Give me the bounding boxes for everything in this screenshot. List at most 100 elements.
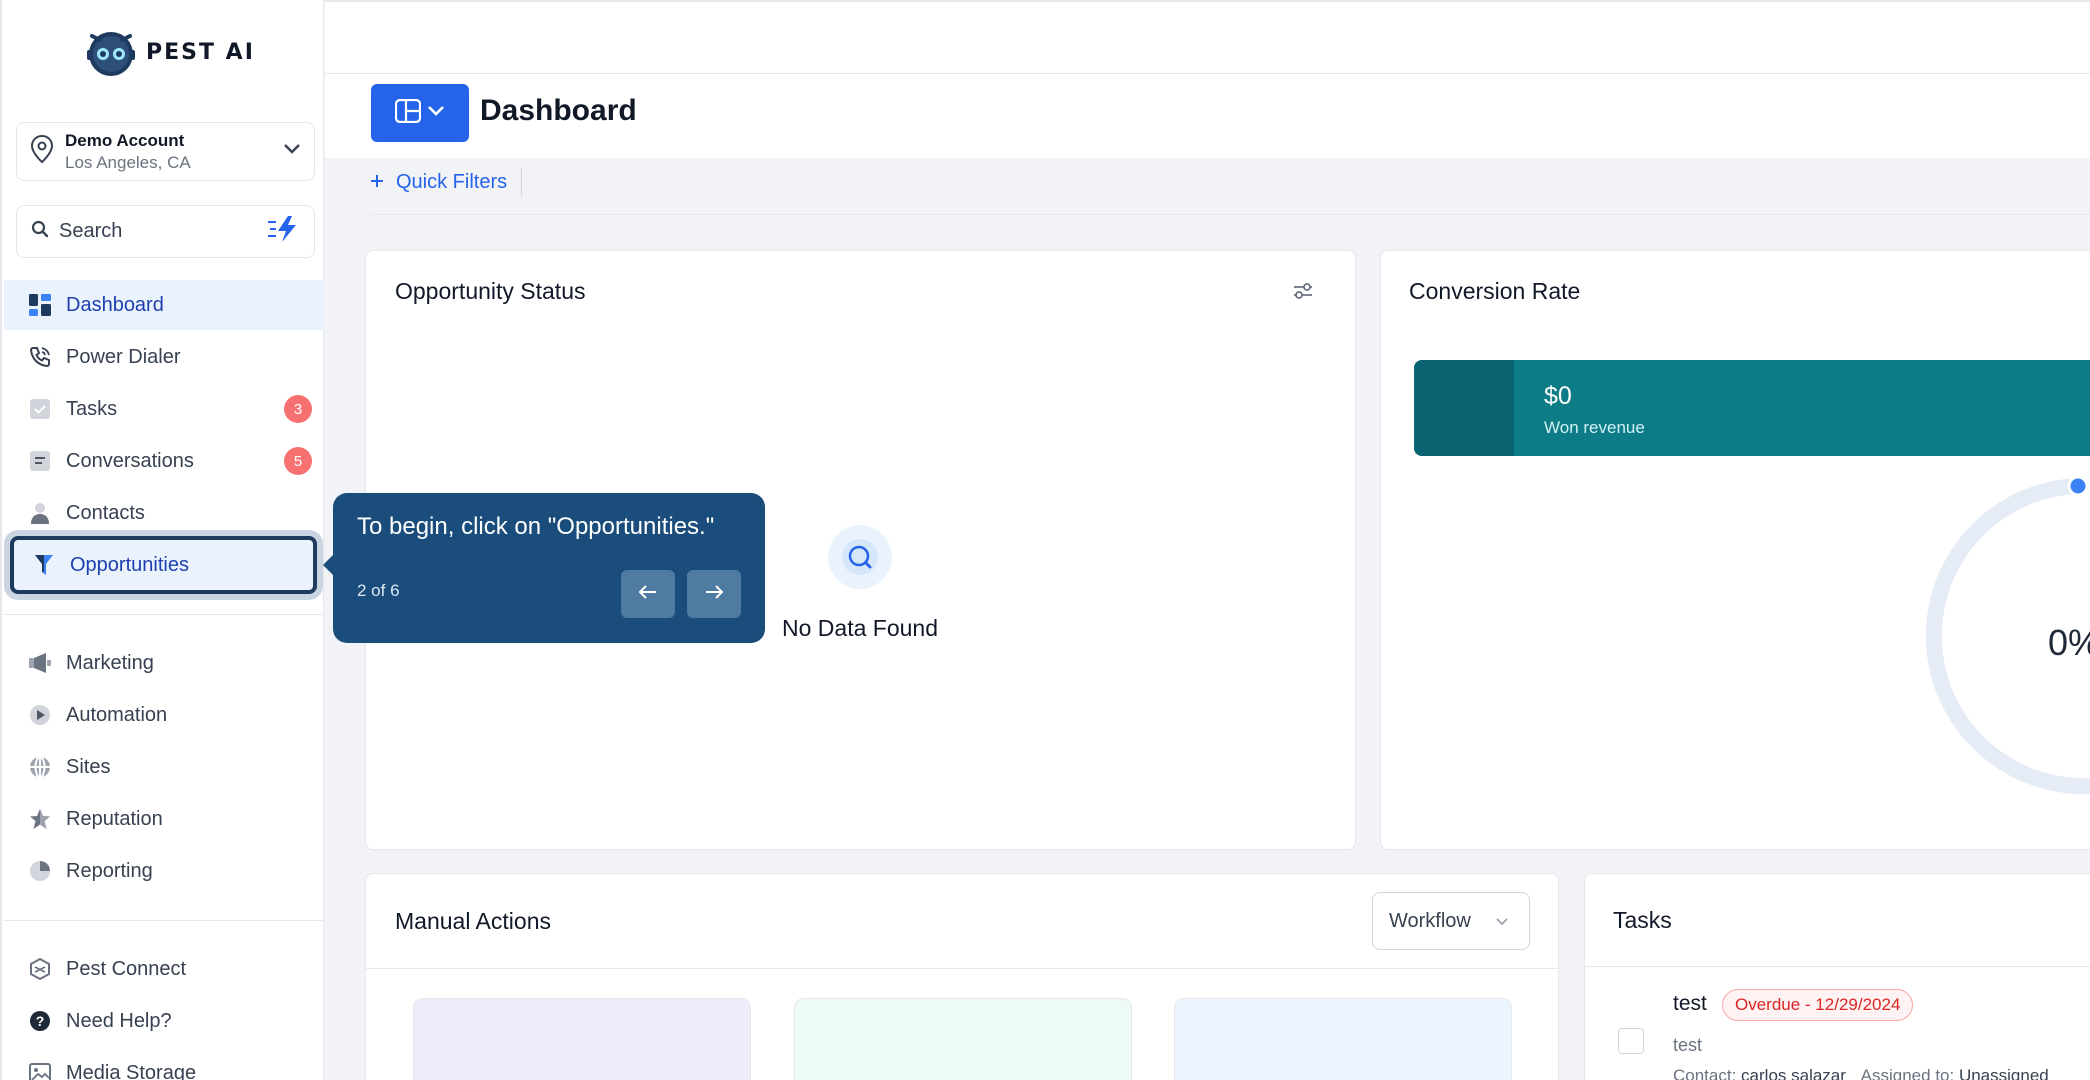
- brand-name: PEST AI: [146, 39, 255, 65]
- dashboard-icon: [28, 293, 52, 317]
- task-assigned-link[interactable]: Unassigned: [1959, 1066, 2049, 1080]
- tour-message: To begin, click on "Opportunities.": [357, 513, 715, 540]
- empty-search-icon: [827, 525, 892, 589]
- sidebar-item-label: Marketing: [66, 651, 154, 674]
- sidebar-item-label: Automation: [66, 703, 168, 726]
- plus-icon: [370, 171, 384, 194]
- account-location: Los Angeles, CA: [65, 152, 191, 172]
- arrow-left-icon: [638, 584, 658, 605]
- sidebar-item-label: Pest Connect: [66, 957, 187, 980]
- layout-switcher-button[interactable]: [371, 84, 469, 142]
- manual-action-tile[interactable]: [794, 998, 1132, 1080]
- tasks-count-badge: 3: [284, 395, 312, 423]
- top-bar: [325, 0, 2090, 74]
- layout-icon: [394, 98, 422, 128]
- sidebar-item-contacts[interactable]: Contacts: [4, 488, 324, 538]
- task-contact-label: Contact:: [1673, 1066, 1737, 1080]
- manual-actions-divider: [366, 968, 1558, 969]
- connect-icon: [28, 957, 52, 981]
- tasks-divider: [1585, 966, 2090, 967]
- sidebar-item-label: Opportunities: [70, 553, 189, 576]
- globe-icon: [28, 755, 52, 779]
- megaphone-icon: [28, 651, 52, 675]
- lightning-icon[interactable]: [266, 214, 300, 249]
- check-icon: [28, 397, 52, 421]
- tour-previous-button[interactable]: [621, 570, 675, 618]
- star-icon: [28, 807, 52, 831]
- task-contact-link[interactable]: carlos salazar: [1741, 1066, 1846, 1080]
- sidebar-item-conversations[interactable]: Conversations 5: [4, 436, 324, 486]
- sidebar: PEST AI Demo Account Los Angeles, CA Sea…: [0, 0, 324, 1080]
- tour-next-button[interactable]: [687, 570, 741, 618]
- sidebar-item-label: Contacts: [66, 501, 145, 524]
- quick-filters-label: Quick Filters: [396, 170, 508, 193]
- tour-tooltip: To begin, click on "Opportunities." 2 of…: [323, 493, 765, 643]
- sidebar-item-marketing[interactable]: Marketing: [4, 638, 324, 688]
- manual-actions-title: Manual Actions: [395, 908, 551, 934]
- sidebar-item-automation[interactable]: Automation: [4, 690, 324, 740]
- sidebar-item-dashboard[interactable]: Dashboard: [4, 280, 324, 330]
- search-label: Search: [59, 220, 123, 242]
- task-description: test: [1673, 1035, 1703, 1055]
- won-revenue-amount: $0: [1544, 382, 1572, 410]
- sidebar-item-label: Need Help?: [66, 1009, 172, 1032]
- won-revenue-label: Won revenue: [1544, 418, 1645, 437]
- sidebar-item-media-storage[interactable]: Media Storage: [4, 1048, 324, 1080]
- filter-settings-icon[interactable]: [1292, 281, 1314, 306]
- won-revenue-bar: $0 Won revenue: [1414, 360, 2090, 456]
- search-icon: [31, 220, 49, 243]
- empty-state: No Data Found: [782, 525, 938, 642]
- sidebar-divider: [4, 920, 324, 921]
- manual-action-tile[interactable]: [1174, 998, 1512, 1080]
- sidebar-item-reporting[interactable]: Reporting: [4, 846, 324, 896]
- sidebar-search[interactable]: Search: [16, 205, 315, 258]
- sidebar-item-label: Sites: [66, 755, 111, 778]
- svg-text:?: ?: [36, 1013, 45, 1029]
- conversion-rate-title: Conversion Rate: [1409, 278, 1581, 304]
- help-icon: ?: [28, 1009, 52, 1033]
- workflow-select-value: Workflow: [1389, 909, 1471, 932]
- chat-icon: [28, 449, 52, 473]
- sidebar-item-opportunities[interactable]: Opportunities: [10, 536, 317, 594]
- sidebar-item-sites[interactable]: Sites: [4, 742, 324, 792]
- robot-logo-icon: [82, 24, 140, 80]
- tour-step-counter: 2 of 6: [357, 581, 400, 600]
- sidebar-item-label: Conversations: [66, 449, 194, 472]
- tasks-card-title: Tasks: [1613, 907, 1672, 933]
- sidebar-item-need-help[interactable]: ? Need Help?: [4, 996, 324, 1046]
- task-meta: Contact: carlos salazar Assigned to: Una…: [1673, 1066, 2049, 1080]
- image-icon: [28, 1061, 52, 1080]
- account-switcher[interactable]: Demo Account Los Angeles, CA: [16, 122, 315, 181]
- task-name[interactable]: test: [1673, 992, 1707, 1016]
- sidebar-item-label: Reputation: [66, 807, 163, 830]
- sidebar-item-label: Power Dialer: [66, 345, 181, 368]
- tasks-card: [1584, 873, 2090, 1080]
- funnel-icon: [32, 553, 56, 577]
- filters-divider: [370, 214, 2090, 215]
- chevron-down-icon: [1495, 910, 1509, 933]
- sidebar-divider: [4, 614, 324, 615]
- sidebar-item-reputation[interactable]: Reputation: [4, 794, 324, 844]
- task-checkbox[interactable]: [1618, 1028, 1644, 1054]
- sidebar-item-label: Reporting: [66, 859, 153, 882]
- pie-icon: [28, 859, 52, 883]
- sidebar-item-pest-connect[interactable]: Pest Connect: [4, 944, 324, 994]
- location-pin-icon: [29, 134, 55, 169]
- conversations-count-badge: 5: [284, 447, 312, 475]
- filters-separator: [521, 168, 523, 196]
- conversion-percent: 0%: [2048, 622, 2090, 663]
- brand-logo[interactable]: PEST AI: [82, 24, 255, 80]
- quick-filters-button[interactable]: Quick Filters: [370, 168, 523, 196]
- arrow-right-icon: [704, 584, 724, 605]
- task-status-badge: Overdue - 12/29/2024: [1722, 989, 1914, 1021]
- manual-action-tile[interactable]: [413, 998, 751, 1080]
- sidebar-item-label: Dashboard: [66, 293, 164, 316]
- sidebar-item-tasks[interactable]: Tasks 3: [4, 384, 324, 434]
- automation-icon: [28, 703, 52, 727]
- sidebar-item-label: Media Storage: [66, 1061, 197, 1080]
- sidebar-item-power-dialer[interactable]: Power Dialer: [4, 332, 324, 382]
- workflow-select[interactable]: Workflow: [1372, 892, 1530, 950]
- sidebar-item-label: Tasks: [66, 397, 118, 420]
- phone-icon: [28, 345, 52, 369]
- chevron-down-icon: [427, 104, 445, 122]
